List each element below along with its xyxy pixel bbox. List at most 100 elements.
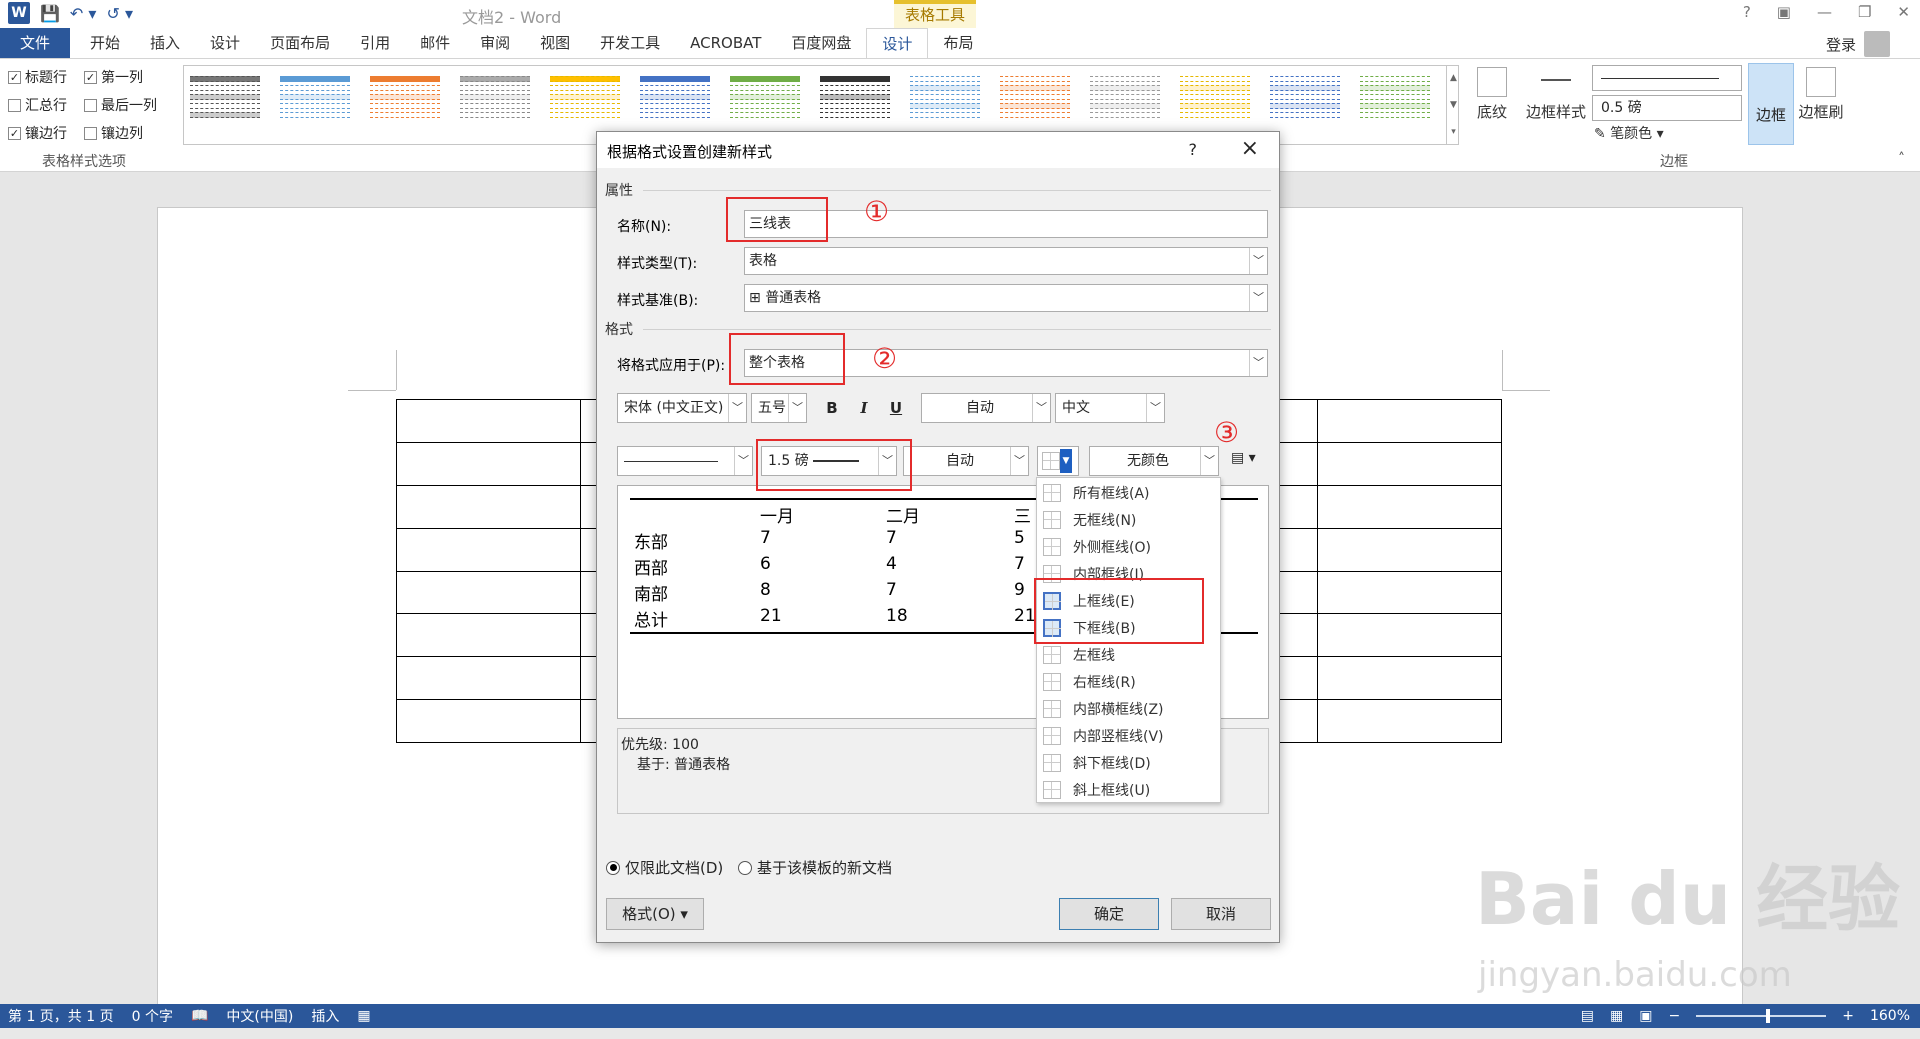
menu-inside-vertical-border[interactable]: 内部竖框线(V) (1037, 723, 1220, 749)
shading-button[interactable]: 底纹 (1470, 67, 1514, 122)
chevron-down-icon[interactable]: ▼ (1060, 449, 1072, 473)
table-style-item[interactable] (910, 76, 980, 126)
table-style-item[interactable] (280, 76, 350, 126)
border-type-button[interactable]: ▼ (1037, 446, 1079, 476)
gallery-scroll[interactable]: ▲ ▼ ▾ (1446, 65, 1460, 145)
tab-design[interactable]: 设计 (195, 28, 255, 58)
radio-icon[interactable] (606, 860, 620, 875)
border-painter-button[interactable]: 边框刷 (1798, 67, 1844, 122)
checkbox-icon[interactable]: ✓ (84, 70, 97, 84)
chevron-down-icon[interactable]: ﹀ (1249, 285, 1267, 311)
chevron-down-icon[interactable]: ﹀ (728, 394, 746, 422)
table-style-item[interactable] (640, 76, 710, 126)
table-style-item[interactable] (550, 76, 620, 126)
chevron-down-icon[interactable]: ﹀ (1200, 447, 1218, 475)
line-color-select[interactable]: 自动 ﹀ (903, 446, 1029, 476)
language-select[interactable]: 中文 ﹀ (1055, 393, 1165, 423)
pen-color-button[interactable]: ✎ 笔颜色 ▾ (1594, 123, 1664, 143)
macro-icon[interactable]: ▦ (357, 1008, 370, 1024)
font-size-select[interactable]: 五号 ﹀ (751, 393, 807, 423)
tab-page-layout[interactable]: 页面布局 (255, 28, 345, 58)
line-style-select[interactable]: ﹀ (617, 446, 753, 476)
table-style-item[interactable] (1180, 76, 1250, 126)
minimize-icon[interactable]: — (1817, 3, 1832, 21)
zoom-slider[interactable] (1696, 1009, 1827, 1023)
option-last-column[interactable]: 最后一列 (84, 95, 170, 115)
table-style-item[interactable] (820, 76, 890, 126)
table-style-item[interactable] (1090, 76, 1160, 126)
chevron-down-icon[interactable]: ﹀ (1249, 248, 1267, 274)
checkbox-icon[interactable]: ✓ (8, 126, 21, 140)
collapse-ribbon-icon[interactable]: ˄ (1898, 151, 1905, 167)
cell-alignment-icon[interactable]: ▤ ▾ (1231, 450, 1256, 466)
tab-mailings[interactable]: 邮件 (405, 28, 465, 58)
gallery-more-icon[interactable]: ▾ (1451, 127, 1456, 137)
table-style-item[interactable] (460, 76, 530, 126)
redo-icon[interactable]: ↺ ▾ (106, 4, 133, 23)
ribbon-display-icon[interactable]: ▣ (1777, 3, 1791, 21)
read-mode-icon[interactable]: ▤ (1581, 1008, 1594, 1024)
tab-table-design[interactable]: 设计 (866, 28, 929, 58)
tab-home[interactable]: 开始 (75, 28, 135, 58)
shading-color-select[interactable]: 无颜色 ﹀ (1089, 446, 1219, 476)
help-icon[interactable]: ? (1743, 3, 1751, 21)
menu-diagonal-down-border[interactable]: 斜下框线(D) (1037, 750, 1220, 776)
font-color-select[interactable]: 自动 ﹀ (921, 393, 1051, 423)
zoom-in-icon[interactable]: + (1842, 1008, 1854, 1024)
save-icon[interactable]: 💾 (40, 4, 60, 23)
language-status[interactable]: 中文(中国) (226, 1006, 293, 1026)
chevron-down-icon[interactable]: ﹀ (788, 394, 806, 422)
tab-view[interactable]: 视图 (525, 28, 585, 58)
tab-developer[interactable]: 开发工具 (585, 28, 675, 58)
font-select[interactable]: 宋体 (中文正文) ﹀ (617, 393, 747, 423)
zoom-level[interactable]: 160% (1870, 1008, 1910, 1024)
undo-icon[interactable]: ↶ ▾ (70, 4, 97, 23)
option-banded-rows[interactable]: ✓ 镶边行 (8, 123, 84, 143)
underline-button[interactable]: U (883, 395, 909, 421)
bold-button[interactable]: B (819, 395, 845, 421)
format-menu-button[interactable]: 格式(O) ▾ (606, 898, 704, 930)
line-weight-select[interactable]: 0.5 磅 (1592, 95, 1742, 121)
page-count[interactable]: 第 1 页，共 1 页 (8, 1006, 114, 1026)
tab-insert[interactable]: 插入 (135, 28, 195, 58)
table-style-item[interactable] (1000, 76, 1070, 126)
proofing-icon[interactable]: 📖 (191, 1008, 208, 1024)
checkbox-icon[interactable]: ✓ (8, 70, 21, 84)
menu-right-border[interactable]: 右框线(R) (1037, 669, 1220, 695)
login-area[interactable]: 登录 (1826, 31, 1890, 57)
checkbox-icon[interactable] (84, 126, 97, 140)
radio-this-document[interactable]: 仅限此文档(D) (606, 857, 723, 878)
checkbox-icon[interactable] (8, 98, 21, 112)
chevron-down-icon[interactable]: ﹀ (1010, 447, 1028, 475)
menu-outside-borders[interactable]: 外侧框线(O) (1037, 534, 1220, 560)
chevron-down-icon[interactable]: ﹀ (1146, 394, 1164, 422)
radio-icon[interactable] (738, 860, 752, 875)
zoom-out-icon[interactable]: − (1669, 1008, 1681, 1024)
cancel-button[interactable]: 取消 (1171, 898, 1271, 930)
web-layout-icon[interactable]: ▣ (1639, 1008, 1652, 1024)
option-total-row[interactable]: 汇总行 (8, 95, 84, 115)
tab-baidu-netdisk[interactable]: 百度网盘 (776, 28, 866, 58)
chevron-up-icon[interactable]: ▲ (1450, 73, 1457, 83)
table-style-item[interactable] (370, 76, 440, 126)
table-style-item[interactable] (730, 76, 800, 126)
italic-button[interactable]: I (851, 395, 877, 421)
close-icon[interactable]: ✕ (1897, 3, 1910, 21)
tab-references[interactable]: 引用 (345, 28, 405, 58)
style-type-select[interactable]: 表格 ﹀ (744, 247, 1268, 275)
option-first-column[interactable]: ✓ 第一列 (84, 67, 170, 87)
print-layout-icon[interactable]: ▦ (1610, 1008, 1623, 1024)
line-style-select[interactable] (1592, 65, 1742, 91)
insert-mode[interactable]: 插入 (311, 1006, 339, 1026)
table-style-item[interactable] (190, 76, 260, 126)
option-header-row[interactable]: ✓ 标题行 (8, 67, 84, 87)
word-count[interactable]: 0 个字 (132, 1006, 173, 1026)
dialog-close-icon[interactable]: × (1241, 136, 1259, 161)
chevron-down-icon[interactable]: ﹀ (734, 447, 752, 475)
table-style-item[interactable] (1360, 76, 1430, 126)
style-base-select[interactable]: ⊞ 普通表格 ﹀ (744, 284, 1268, 312)
tab-file[interactable]: 文件 (0, 28, 71, 58)
table-style-item[interactable] (1270, 76, 1340, 126)
menu-no-border[interactable]: 无框线(N) (1037, 507, 1220, 533)
chevron-down-icon[interactable]: ﹀ (1249, 350, 1267, 376)
